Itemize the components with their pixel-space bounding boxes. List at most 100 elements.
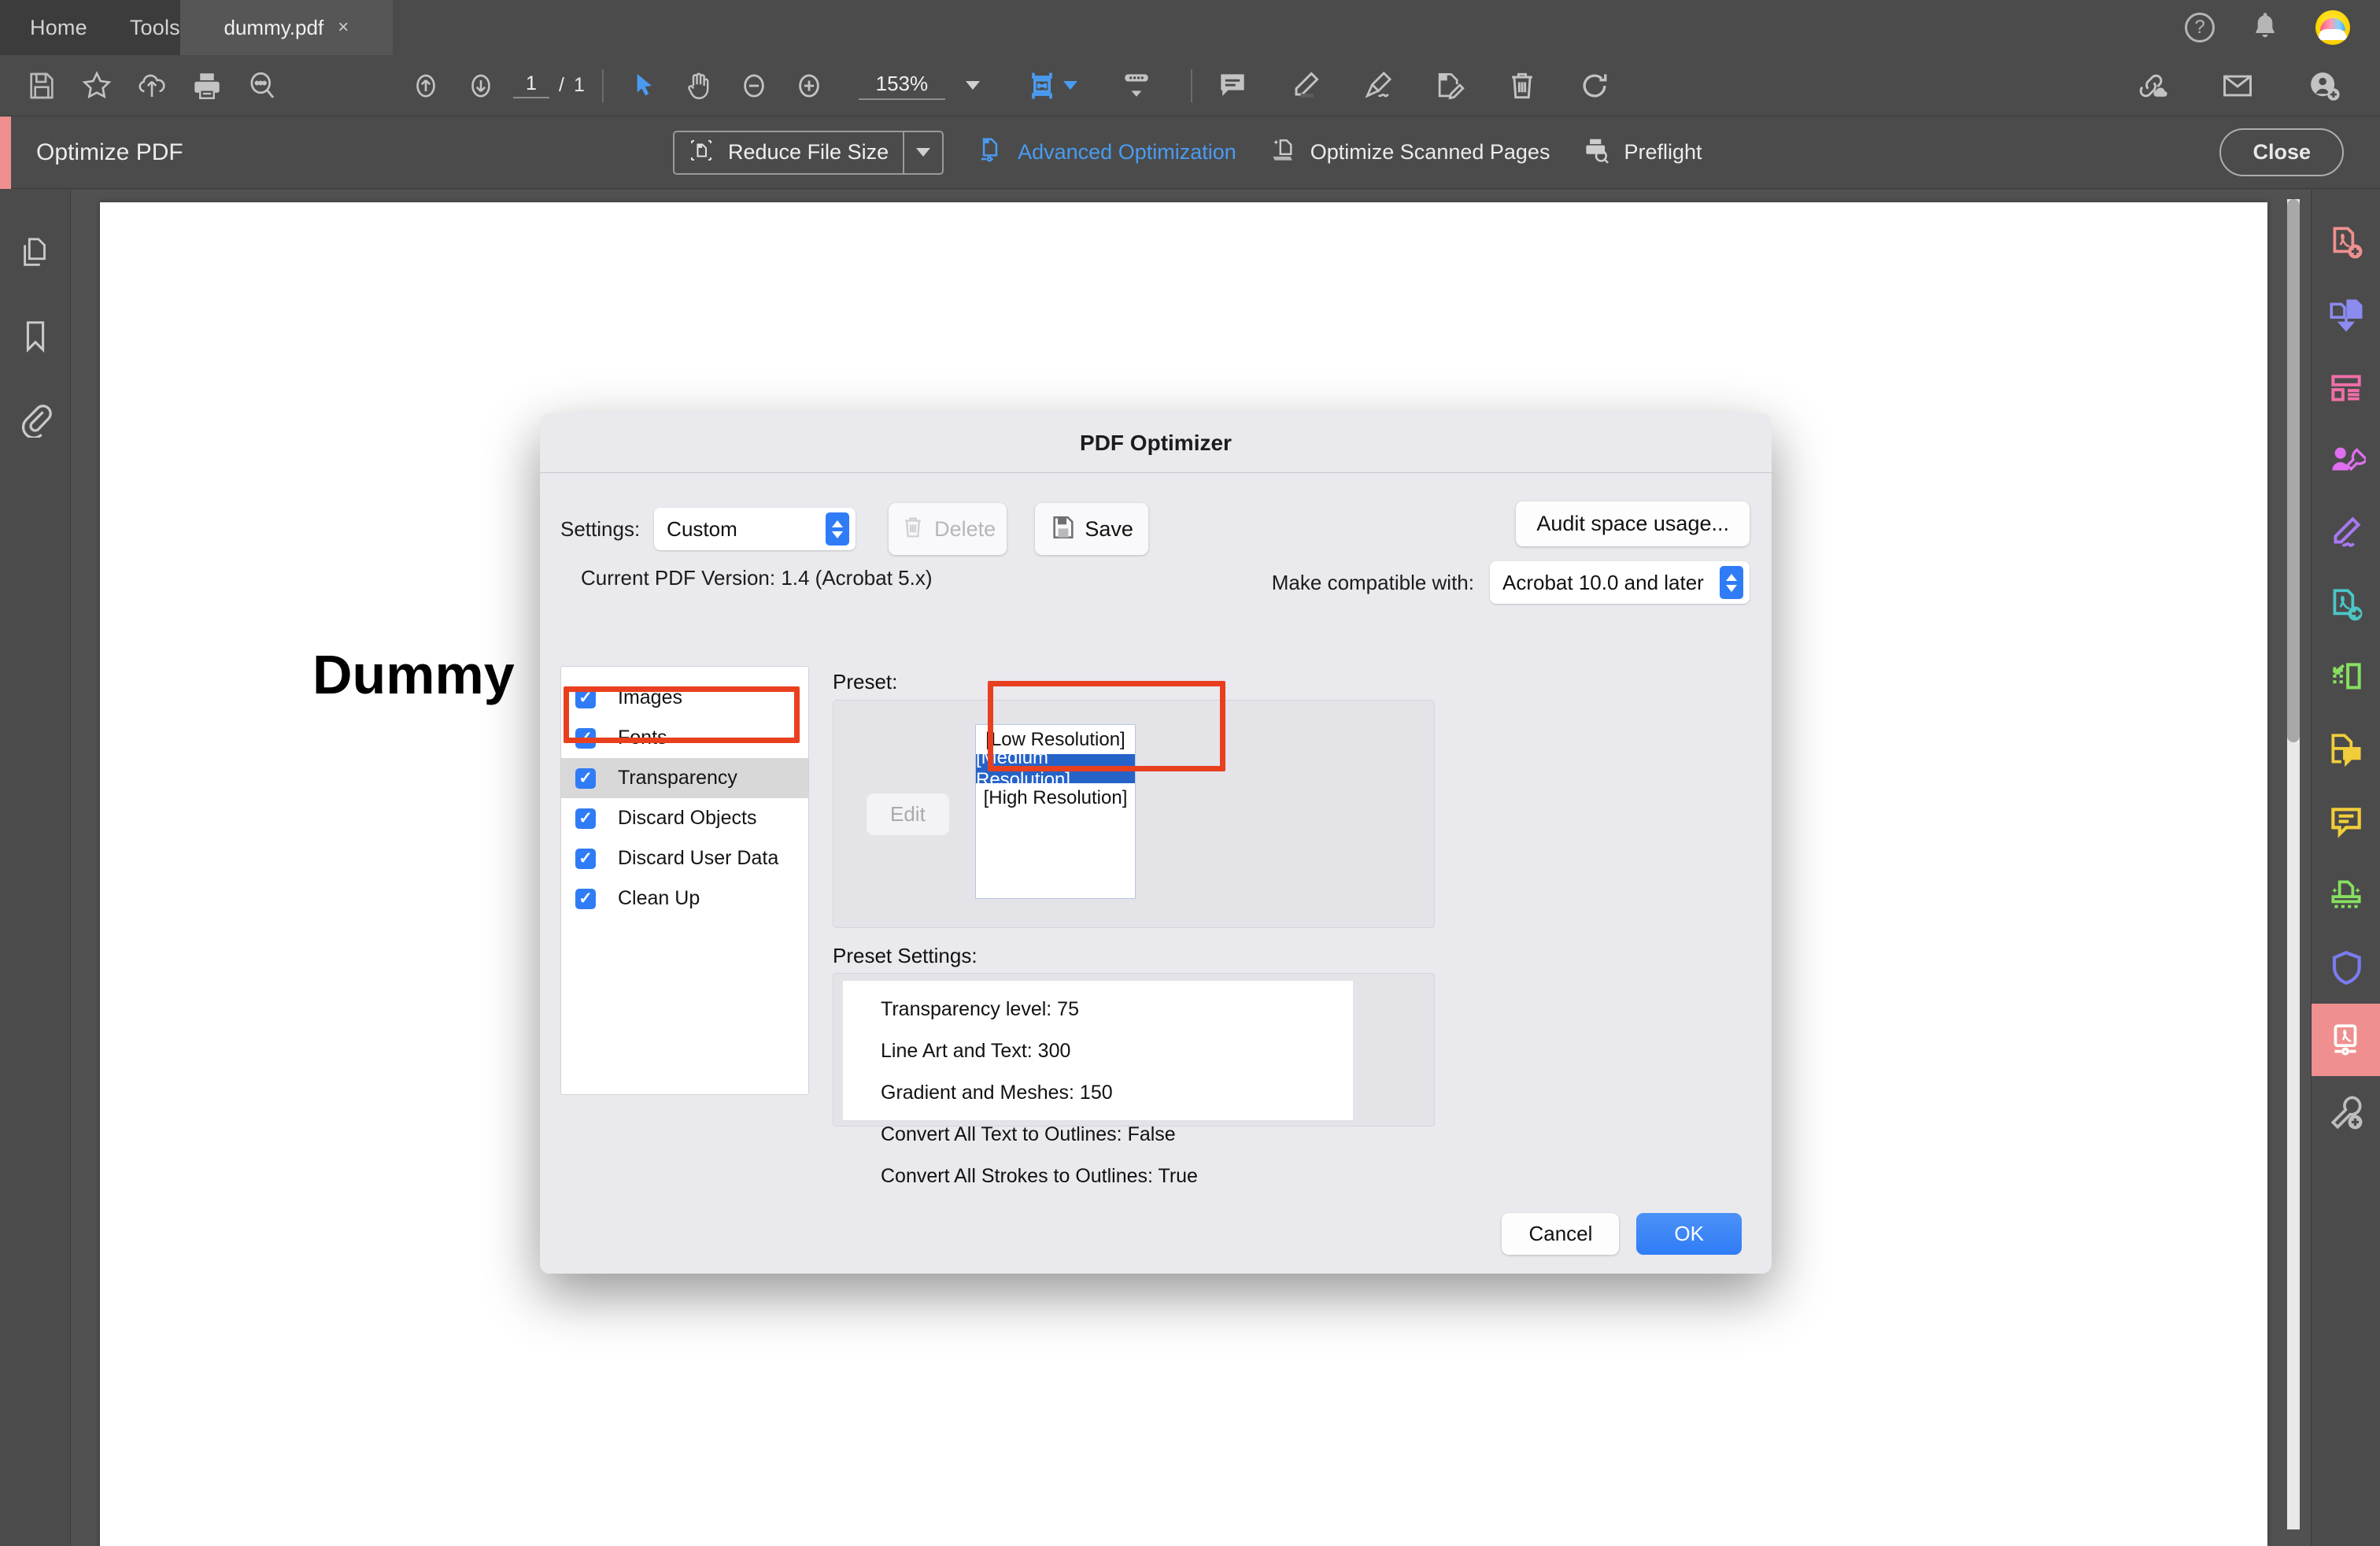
page-up-icon[interactable] [398,61,453,110]
preset-option-medium[interactable]: [Medium Resolution] [976,747,1135,790]
print-icon[interactable] [179,61,235,110]
optimize-scanned-pages-button[interactable]: Optimize Scanned Pages [1268,135,1550,169]
combine-files-icon[interactable] [2312,279,2380,352]
annotate-tools-group [1205,61,1622,110]
list-item[interactable]: ✓ Discard Objects [561,798,808,838]
crop-pages-icon[interactable] [2312,642,2380,714]
tab-home[interactable]: Home [30,16,87,40]
left-navigation-rail [0,190,71,1546]
export-pdf-icon[interactable] [2312,569,2380,642]
notification-bell-icon[interactable] [2249,9,2281,47]
reduce-file-size-button[interactable]: Reduce File Size [673,130,944,175]
edit-pdf-icon[interactable] [1422,61,1477,110]
list-item[interactable]: ✓ Clean Up [561,878,808,919]
preset-option-high[interactable]: [High Resolution] [976,783,1135,812]
settings-select[interactable]: Custom [654,508,856,550]
list-item[interactable]: ✓ Fonts [561,718,808,758]
preset-settings-list: Transparency level: 75 Line Art and Text… [843,981,1353,1187]
attachments-icon[interactable] [13,398,57,442]
share-link-icon[interactable] [2123,61,2179,110]
comment-icon[interactable] [1205,61,1260,110]
organize-pages-icon[interactable] [2312,352,2380,424]
add-comment-icon[interactable] [2312,714,2380,786]
zoom-out-icon[interactable] [726,61,782,110]
tab-tools[interactable]: Tools [130,16,180,40]
checkbox-clean-up[interactable]: ✓ [575,888,596,909]
preset-listbox[interactable]: [Low Resolution] [Medium Resolution] [Hi… [975,724,1136,899]
save-icon[interactable] [14,61,69,110]
page-number-input[interactable]: 1 [513,72,549,98]
upload-cloud-icon[interactable] [124,61,179,110]
list-item-selected[interactable]: ✓ Transparency [561,758,808,798]
delete-settings-button[interactable]: Delete [889,503,1007,555]
search-icon[interactable] [235,61,290,110]
checkbox-images[interactable]: ✓ [575,687,596,708]
page-heading: Dummy [312,644,515,705]
delete-settings-label: Delete [934,516,996,541]
vertical-scrollbar-thumb[interactable] [2287,199,2300,742]
page-thumbnails-icon[interactable] [13,231,57,275]
preset-settings-panel: Transparency level: 75 Line Art and Text… [833,973,1435,1187]
advanced-optimization-button[interactable]: Advanced Optimization [975,135,1236,169]
checkbox-discard-user-data[interactable]: ✓ [575,848,596,869]
compatibility-select[interactable]: Acrobat 10.0 and later [1490,561,1750,604]
reduce-file-size-main[interactable]: Reduce File Size [674,132,903,173]
tab-bar-right-group: ? [2185,0,2380,55]
page-down-icon[interactable] [453,61,508,110]
chevron-down-icon [916,148,931,157]
scroll-mode-icon[interactable] [1109,61,1164,110]
document-tab-dummy-pdf[interactable]: dummy.pdf × [179,0,393,55]
save-settings-button[interactable]: Save [1035,503,1149,555]
tab-bar-spacer [392,0,2185,55]
hand-tool-icon[interactable] [671,61,726,110]
zoom-value[interactable]: 153% [858,72,945,100]
optimizer-options-list[interactable]: ✓ Images ✓ Fonts ✓ Transparency ✓ Discar… [560,666,809,1095]
settings-label: Settings: [560,516,641,541]
optimize-pdf-toolbar: Optimize PDF Reduce File Size Advanced O… [0,116,2380,189]
list-item[interactable]: ✓ Discard User Data [561,838,808,878]
select-cursor-icon[interactable] [616,61,671,110]
close-tab-icon[interactable]: × [338,18,349,37]
email-icon[interactable] [2210,61,2265,110]
preflight-button[interactable]: Preflight [1581,135,1702,169]
edit-preset-button[interactable]: Edit [867,793,949,835]
chevron-down-icon[interactable] [965,81,980,90]
audit-space-usage-label: Audit space usage... [1536,512,1729,535]
zoom-in-icon[interactable] [782,61,837,110]
add-person-icon[interactable] [2297,61,2352,110]
help-icon[interactable]: ? [2185,13,2215,43]
checkbox-transparency[interactable]: ✓ [575,767,596,789]
protect-icon[interactable] [2312,931,2380,1004]
dialog-title-bar: PDF Optimizer [540,413,1772,473]
highlight-icon[interactable] [1277,61,1332,110]
optimize-pdf-icon[interactable] [2311,1004,2380,1076]
rotate-icon[interactable] [1567,61,1622,110]
compatibility-row: Make compatible with: Acrobat 10.0 and l… [1272,561,1750,604]
checkbox-fonts[interactable]: ✓ [575,727,596,749]
main-toolbar: 1 / 1 153% [0,55,2380,117]
audit-space-usage-button[interactable]: Audit space usage... [1516,501,1750,546]
checkbox-discard-objects[interactable]: ✓ [575,808,596,829]
fill-and-sign-icon[interactable] [2312,497,2380,569]
bookmarks-icon[interactable] [13,314,57,358]
pdf-optimizer-dialog: PDF Optimizer Settings: Custom Delete Sa… [540,413,1772,1274]
close-button[interactable]: Close [2219,128,2344,176]
comment-bubble-icon[interactable] [2312,786,2380,859]
reduce-file-size-dropdown[interactable] [903,131,942,173]
cancel-button[interactable]: Cancel [1502,1213,1620,1255]
delete-icon[interactable] [1495,61,1550,110]
ok-button[interactable]: OK [1636,1213,1742,1255]
request-signature-icon[interactable] [2312,424,2380,497]
fit-chevron-down-icon[interactable] [1062,81,1077,90]
scan-and-ocr-icon[interactable] [2312,859,2380,931]
avatar[interactable] [2315,10,2350,45]
star-icon[interactable] [69,61,124,110]
fit-tools-group [1014,61,1164,110]
vertical-scrollbar-track[interactable] [2287,199,2300,1529]
create-pdf-icon[interactable] [2312,207,2380,279]
page-separator: / [559,74,564,96]
fit-page-icon[interactable] [1014,61,1070,110]
more-tools-icon[interactable] [2312,1076,2380,1148]
list-item[interactable]: ✓ Images [561,678,808,718]
sign-icon[interactable] [1350,61,1405,110]
